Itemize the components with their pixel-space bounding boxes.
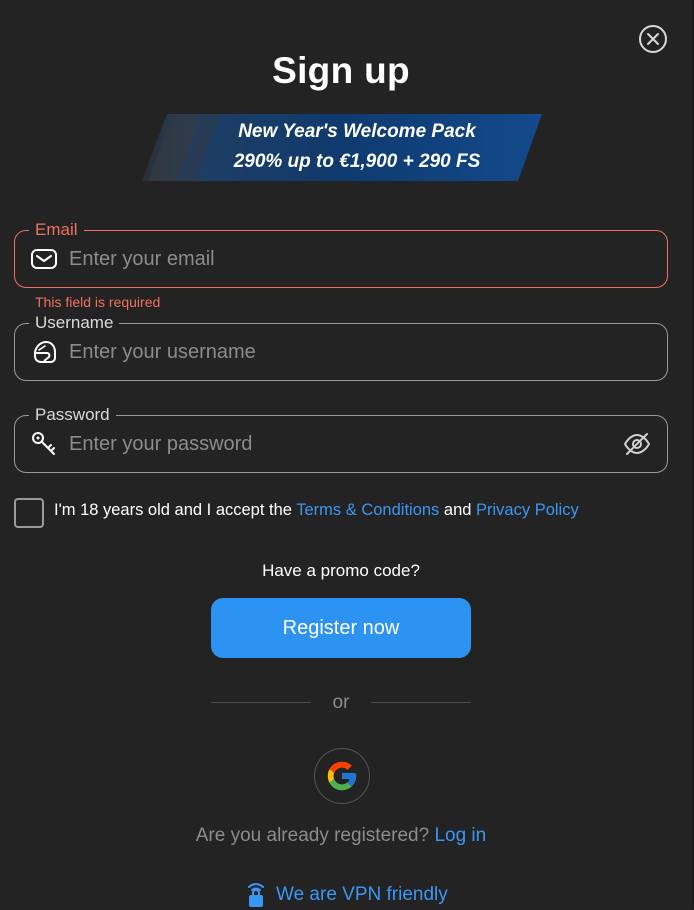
vpn-friendly-badge: We are VPN friendly: [246, 880, 448, 910]
terms-link[interactable]: Terms & Conditions: [296, 501, 439, 519]
banner-offer: 290% up to €1,900 + 290 FS: [233, 151, 481, 172]
age-terms-checkbox[interactable]: [14, 498, 44, 528]
close-icon: [647, 33, 659, 45]
eye-off-icon[interactable]: [623, 432, 651, 456]
username-input[interactable]: [69, 324, 609, 380]
page-title: Sign up: [272, 50, 410, 91]
password-input[interactable]: [69, 416, 609, 472]
username-field[interactable]: Username: [14, 313, 668, 381]
close-button[interactable]: [639, 25, 667, 53]
or-separator: or: [332, 692, 350, 713]
password-field[interactable]: Password: [14, 405, 668, 473]
welcome-banner: New Year's Welcome Pack 290% up to €1,90…: [142, 114, 542, 181]
promo-code-toggle[interactable]: Have a promo code?: [0, 561, 682, 581]
already-registered-text: Are you already registered?: [195, 825, 430, 846]
register-button[interactable]: Register now: [211, 598, 471, 658]
divider-left: [211, 702, 311, 703]
vpn-text: We are VPN friendly: [276, 884, 448, 905]
email-error-text: This field is required: [35, 294, 161, 310]
signup-modal: Sign up New Year's Welcome Pack 290% up …: [0, 0, 694, 909]
banner-title: New Year's Welcome Pack: [238, 121, 476, 142]
divider-right: [371, 702, 471, 703]
login-link[interactable]: Log in: [434, 825, 486, 846]
vpn-lock-icon: [248, 883, 264, 907]
consent-prefix: I'm 18 years old and I accept the: [54, 501, 297, 519]
helmet-icon: [30, 340, 58, 364]
google-signup-button[interactable]: [314, 748, 370, 804]
google-icon: [327, 761, 357, 791]
consent-text: I'm 18 years old and I accept the Terms …: [54, 501, 579, 520]
email-field[interactable]: Email: [14, 220, 668, 288]
consent-middle: and: [439, 501, 477, 519]
privacy-link[interactable]: Privacy Policy: [476, 501, 579, 519]
key-icon: [30, 432, 58, 456]
envelope-icon: [30, 247, 58, 271]
email-input[interactable]: [69, 231, 609, 287]
login-prompt: Are you already registered? Log in: [0, 825, 682, 847]
